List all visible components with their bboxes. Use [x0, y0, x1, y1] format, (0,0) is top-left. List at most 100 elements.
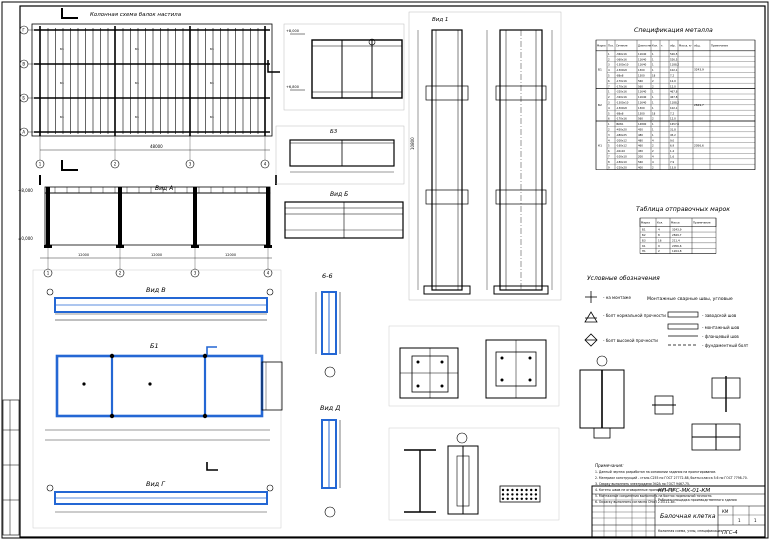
spec-cell: -88х8: [616, 111, 624, 115]
spec-cell: 1300: [638, 111, 645, 115]
spec-cell: 12,0: [670, 84, 676, 88]
support-cell: Б3: [642, 238, 646, 242]
bolt-dot: [530, 488, 533, 492]
spec-cell: 400: [638, 165, 643, 169]
elev-column: [193, 187, 197, 245]
col-axis-label: 2: [114, 162, 117, 167]
elev-column: [46, 187, 50, 245]
note-line-1: 2. Материал конструкций - сталь С255 по …: [595, 476, 748, 480]
bolt-dot: [520, 493, 523, 496]
col-axis-label: 3: [189, 162, 192, 167]
spec-cell: -1300х8: [616, 68, 627, 72]
col-axis-label: 1: [39, 162, 42, 167]
spec-cell: 12,0: [670, 117, 676, 121]
plan-member-mark: Б1: [60, 47, 64, 51]
spec-header: Длина мм: [638, 44, 651, 48]
spec-cell: 11640: [638, 57, 647, 61]
support-cell: 8: [658, 233, 660, 237]
spec-cell: 45,2: [670, 133, 676, 137]
spec-cell: -450х20: [616, 128, 627, 132]
spec-cell: 18: [652, 111, 656, 115]
spec-cell: -320х16: [616, 90, 627, 94]
spec-cell: 560: [638, 117, 643, 121]
elev-column: [266, 187, 270, 245]
bolt-dot: [520, 488, 523, 492]
spec-group-mark: Б2: [598, 103, 602, 107]
note-line-2: 3. Сварку выполнять электродами Э42А по …: [595, 482, 690, 486]
title-org: ПГС-4: [722, 530, 738, 536]
spec-cell: 102,1: [670, 106, 678, 110]
bolt-dot: [525, 493, 528, 496]
support-cell: 3243,9: [672, 228, 682, 232]
bolt-dot: [515, 493, 519, 496]
spec-group-mark: К1: [598, 143, 602, 147]
bolt-dot: [530, 497, 533, 500]
spec-cell: 200: [638, 155, 643, 159]
support-header: Масса: [671, 221, 680, 225]
spec-cell: 13,8: [670, 165, 676, 169]
spec-cell: 1300: [638, 74, 645, 78]
bolt-dot: [534, 493, 538, 496]
b1-title: Б1: [150, 342, 159, 350]
support-cell: Б2: [642, 233, 646, 237]
support-cell: 2: [658, 249, 660, 253]
support-cell: Б1: [642, 228, 646, 232]
bolt-dot: [534, 497, 538, 500]
spec-group-mark: Б1: [598, 68, 602, 72]
spec-header: Кол.: [652, 44, 658, 48]
spec-cell: 18: [652, 74, 656, 78]
bolt-dot: [506, 497, 509, 500]
spec-header: обр.: [670, 44, 676, 48]
spec-cell: -40х10: [616, 149, 625, 153]
support-cell: 9: [658, 244, 660, 248]
spec-header: Сечение: [616, 44, 628, 48]
notes-title: Примечания:: [595, 463, 624, 468]
spec-cell: 1300: [638, 68, 645, 72]
spec-group-total: 2849,7: [694, 103, 704, 107]
section-6-title: 6-6: [322, 272, 333, 280]
spec-cell: 460: [638, 144, 643, 148]
spec-cell: 560: [638, 84, 643, 88]
spec-cell: -170х16: [616, 79, 627, 83]
spec-cell: -160х12: [616, 144, 627, 148]
spec-cell: 9,0: [670, 138, 674, 142]
legend-item-0: - на монтаже: [603, 295, 632, 300]
elev-axis-label: 3: [194, 271, 197, 276]
vid-g-title: Вид Г: [146, 480, 166, 488]
spec-cell: -100х10: [616, 155, 627, 159]
bolt-dot: [515, 497, 519, 500]
spec-group-total: 2056,6: [694, 143, 704, 147]
small-mark-2: +6,800: [286, 85, 299, 89]
spec-cell: -1300х10: [616, 101, 629, 105]
bolt-dot: [534, 488, 538, 492]
legend-item-5: - фланцевый шов: [702, 334, 739, 339]
plan-member-mark: Б1: [210, 81, 214, 85]
bolt-dot: [515, 488, 519, 492]
spec-header: Примечание: [711, 44, 728, 48]
plan-member-mark: Б1: [135, 47, 139, 51]
bolt-dot: [501, 493, 505, 496]
spec-cell: 450: [638, 149, 643, 153]
elev-axis-label: 4: [267, 271, 270, 276]
plan-member-mark: Б1: [135, 81, 139, 85]
title-detail: Колонная схема, узлы, спецификация: [658, 529, 722, 533]
spec-header: общ.: [694, 44, 701, 48]
support-cell: 2056,6: [672, 244, 682, 248]
note-line-0: 1. Данный чертеж разработан на основании…: [595, 470, 716, 474]
bolt-dot: [511, 488, 514, 492]
bolt-dot: [501, 497, 505, 500]
bolt-dot: [511, 497, 514, 500]
spec-header: Масса, кг: [679, 44, 692, 48]
row-axis-label: А: [22, 130, 25, 135]
spec-cell: -360х16: [616, 52, 627, 56]
spec-group-total: 3243,9: [694, 68, 704, 72]
legend-item-2: - болт высокой прочности: [603, 338, 658, 343]
spec-cell: -170х16: [616, 84, 627, 88]
elev-column: [118, 187, 122, 245]
bolt-dot: [520, 497, 523, 500]
spec-cell: 7,2: [670, 111, 674, 115]
legend-item-6: - фундаментный болт: [702, 343, 749, 348]
title-project: Рабочая площадка производственного здани…: [658, 498, 737, 502]
spec-table-title: Спецификация металла: [634, 27, 713, 34]
spec-header: Марка: [597, 44, 606, 48]
